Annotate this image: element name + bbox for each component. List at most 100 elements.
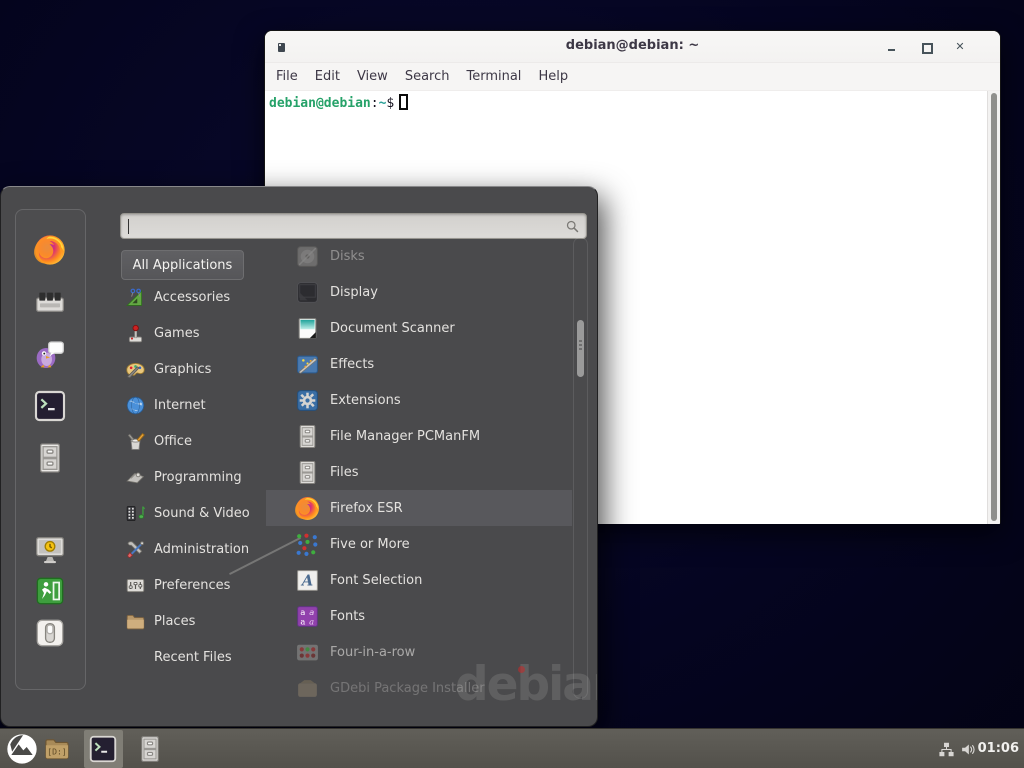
category-preferences[interactable]: Preferences — [121, 567, 266, 603]
taskbar: 01:06 — [0, 728, 1024, 768]
menu-scrollbar-thumb[interactable] — [577, 320, 584, 377]
menu-search-box[interactable] — [120, 213, 587, 239]
terminal-cursor — [399, 94, 408, 110]
menu-terminal[interactable]: Terminal — [466, 69, 521, 84]
log-out-icon — [34, 575, 66, 607]
favorite-keyboard[interactable] — [34, 286, 66, 318]
category-programming[interactable]: Programming — [121, 459, 266, 495]
lock-screen-button[interactable] — [34, 533, 66, 565]
games-icon — [125, 323, 146, 344]
favorite-terminal[interactable] — [34, 390, 66, 422]
app-item-disks[interactable]: Disks — [266, 238, 572, 274]
programming-icon — [125, 467, 146, 488]
all-applications-label: All Applications — [133, 258, 233, 273]
app-item-document-scanner[interactable]: Document Scanner — [266, 310, 572, 346]
terminal-icon — [34, 390, 66, 422]
close-button[interactable]: ✕ — [954, 41, 966, 53]
folder-launcher[interactable] — [42, 735, 72, 763]
app-item-display[interactable]: Display — [266, 274, 572, 310]
preferences-icon — [125, 575, 146, 596]
menu-help[interactable]: Help — [538, 69, 568, 84]
menu-search[interactable]: Search — [405, 69, 450, 84]
app-item-five-or-more[interactable]: Five or More — [266, 526, 572, 562]
minimize-button[interactable] — [886, 41, 898, 53]
favorite-firefox[interactable] — [34, 234, 66, 266]
power-button[interactable] — [34, 617, 66, 649]
sound-video-icon — [125, 503, 146, 524]
folder-icon — [42, 735, 72, 763]
pidgin-icon — [34, 338, 66, 370]
font-selection-icon — [295, 568, 320, 593]
category-office[interactable]: Office — [121, 423, 266, 459]
administration-icon — [125, 539, 146, 560]
five-or-more-icon — [295, 532, 320, 557]
category-internet[interactable]: Internet — [121, 387, 266, 423]
menu-edit[interactable]: Edit — [315, 69, 340, 84]
file-manager-launcher[interactable] — [136, 734, 164, 764]
app-item-four-in-a-row[interactable]: Four-in-a-row — [266, 634, 572, 670]
keyboard-icon — [34, 286, 66, 318]
four-in-a-row-icon — [295, 640, 320, 665]
fonts-icon — [295, 604, 320, 629]
firefox-icon — [295, 496, 320, 521]
category-accessories[interactable]: Accessories — [121, 279, 266, 315]
shell-prompt: debian@debian:~$ — [265, 91, 1000, 113]
extensions-icon — [295, 388, 320, 413]
menu-button-icon — [6, 733, 38, 765]
network-icon[interactable] — [938, 741, 955, 758]
favorite-file-manager[interactable] — [34, 442, 66, 474]
category-all-applications[interactable]: All Applications — [121, 250, 244, 280]
firefox-icon — [34, 234, 66, 266]
terminal-titlebar[interactable]: debian@debian: ~ ✕ — [265, 31, 1000, 63]
file-cabinet-icon — [295, 460, 320, 485]
places-icon — [125, 611, 146, 632]
category-sound-video[interactable]: Sound & Video — [121, 495, 266, 531]
category-places[interactable]: Places — [121, 603, 266, 639]
prompt-symbol: $ — [386, 96, 394, 111]
effects-icon — [295, 352, 320, 377]
app-item-files[interactable]: Files — [266, 454, 572, 490]
terminal-scrollbar-thumb[interactable] — [991, 93, 997, 521]
accessories-icon — [125, 287, 146, 308]
category-graphics[interactable]: Graphics — [121, 351, 266, 387]
office-icon — [125, 431, 146, 452]
app-item-extensions[interactable]: Extensions — [266, 382, 572, 418]
disks-icon — [295, 244, 320, 269]
menu-view[interactable]: View — [357, 69, 388, 84]
search-icon — [565, 219, 580, 234]
app-item-file-manager-pcmanfm[interactable]: File Manager PCManFM — [266, 418, 572, 454]
application-list: Disks Display Document Scanner Effects E… — [266, 238, 572, 706]
log-out-button[interactable] — [34, 575, 66, 607]
search-input[interactable] — [129, 216, 559, 236]
power-switch-icon — [34, 617, 66, 649]
app-item-gdebi-package-installer[interactable]: GDebi Package Installer — [266, 670, 572, 706]
prompt-separator: : — [371, 96, 379, 111]
favorite-pidgin[interactable] — [34, 338, 66, 370]
volume-icon[interactable] — [960, 741, 977, 758]
category-games[interactable]: Games — [121, 315, 266, 351]
display-icon — [295, 280, 320, 305]
internet-icon — [125, 395, 146, 416]
category-list: Accessories Games Graphics Internet Offi… — [121, 279, 266, 675]
lock-screen-icon — [34, 533, 66, 565]
menu-file[interactable]: File — [276, 69, 298, 84]
clock[interactable]: 01:06 — [978, 741, 1019, 756]
menu-button[interactable] — [6, 733, 38, 765]
terminal-icon — [89, 735, 117, 763]
app-item-fonts[interactable]: Fonts — [266, 598, 572, 634]
category-recent-files[interactable]: Recent Files — [121, 639, 266, 675]
maximize-button[interactable] — [920, 41, 932, 53]
category-administration[interactable]: Administration — [121, 531, 266, 567]
terminal-scrollbar[interactable] — [987, 91, 1000, 524]
file-cabinet-icon — [34, 442, 66, 474]
application-menu: debian All Applications Accessories Game… — [0, 186, 598, 727]
terminal-menubar: File Edit View Search Terminal Help — [265, 63, 1000, 91]
gdebi-icon — [295, 676, 320, 701]
app-item-firefox-esr[interactable]: Firefox ESR — [266, 490, 572, 526]
graphics-icon — [125, 359, 146, 380]
scrollbar-grip-dots — [579, 344, 582, 346]
app-item-effects[interactable]: Effects — [266, 346, 572, 382]
terminal-launcher-active[interactable] — [84, 730, 123, 768]
app-item-font-selection[interactable]: Font Selection — [266, 562, 572, 598]
menu-scrollbar[interactable] — [573, 237, 588, 699]
